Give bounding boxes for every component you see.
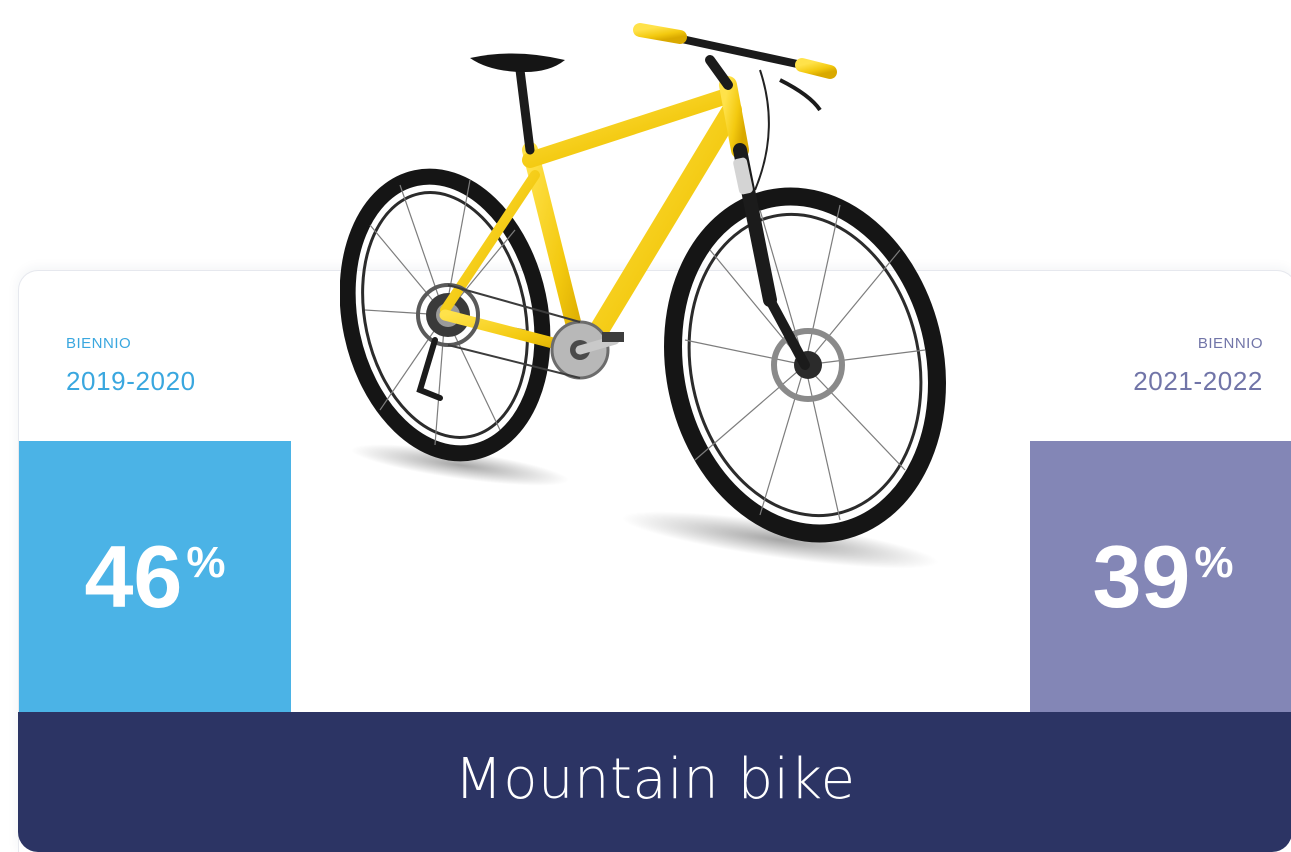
mountain-bike-icon — [340, 23, 946, 569]
right-stat-box: 39 % — [1030, 441, 1291, 713]
left-period-header: BIENNIO 2019-2020 — [66, 335, 196, 397]
left-stat-value: 46 % — [84, 533, 225, 621]
right-stat-value: 39 % — [1092, 533, 1233, 621]
right-period-header: BIENNIO 2021-2022 — [1133, 335, 1263, 397]
right-stat-unit: % — [1194, 538, 1234, 587]
left-stat-number: 46 — [84, 527, 183, 626]
left-period-years: 2019-2020 — [66, 366, 196, 396]
left-stat-box: 46 % — [19, 441, 291, 713]
right-stat-number: 39 — [1092, 527, 1191, 626]
right-period-kicker: BIENNIO — [1197, 335, 1263, 352]
category-label: Mountain bike — [454, 746, 856, 812]
left-stat-unit: % — [186, 538, 226, 587]
footer-banner: Mountain bike — [18, 712, 1291, 852]
left-period-kicker: BIENNIO — [66, 335, 132, 352]
right-period-years: 2021-2022 — [1133, 366, 1263, 396]
infographic-card: BIENNIO 2019-2020 BIENNIO 2021-2022 46 %… — [0, 0, 1291, 852]
